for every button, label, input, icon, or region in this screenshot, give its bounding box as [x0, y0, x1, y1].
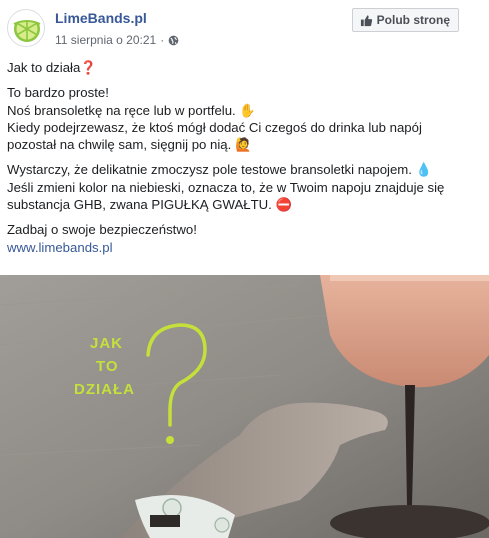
lime-logo-icon [8, 10, 44, 42]
post-line: substancja GHB, zwana PIGUŁKĄ GWAŁTU. ⛔ [7, 197, 292, 213]
post-line: Kiedy podejrzewasz, że ktoś mógł dodać C… [7, 119, 422, 135]
image-caption-dziala: DZIAŁA [74, 381, 135, 398]
website-link[interactable]: www.limebands.pl [7, 239, 485, 256]
post-timestamp[interactable]: 11 sierpnia o 20:21 [55, 33, 156, 47]
like-page-label: Polub stronę [376, 13, 450, 27]
post-line: Wystarczy, że delikatnie zmoczysz pole t… [7, 162, 433, 178]
post-line: Jak to działa❓ [7, 60, 97, 75]
post-line: Noś bransoletkę na ręce lub w portfelu. … [7, 102, 256, 118]
post-text: Jak to działa❓ To bardzo proste! Noś bra… [7, 59, 485, 264]
image-caption-jak: JAK [90, 335, 124, 352]
post-meta: 11 sierpnia o 20:21 · [55, 33, 179, 47]
post-header: LimeBands.pl 11 sierpnia o 20:21 · Polub… [0, 0, 489, 56]
page-avatar[interactable] [7, 9, 45, 47]
post-image[interactable]: JAK TO DZIAŁA [0, 275, 489, 538]
globe-icon[interactable] [168, 35, 179, 46]
thumbs-up-icon [360, 14, 372, 26]
facebook-post: LimeBands.pl 11 sierpnia o 20:21 · Polub… [0, 0, 489, 538]
post-line: To bardzo proste! [7, 85, 109, 101]
post-line: Jeśli zmieni kolor na niebieski, oznacza… [7, 179, 445, 195]
like-page-button[interactable]: Polub stronę [351, 8, 459, 32]
page-name-link[interactable]: LimeBands.pl [55, 10, 147, 26]
post-line: Zadbaj o swoje bezpieczeństwo! [7, 222, 197, 238]
post-line: pozostał na chwilę sam, sięgnij po nią. … [7, 137, 252, 153]
image-caption-to: TO [96, 358, 119, 375]
post-photo [0, 275, 489, 538]
